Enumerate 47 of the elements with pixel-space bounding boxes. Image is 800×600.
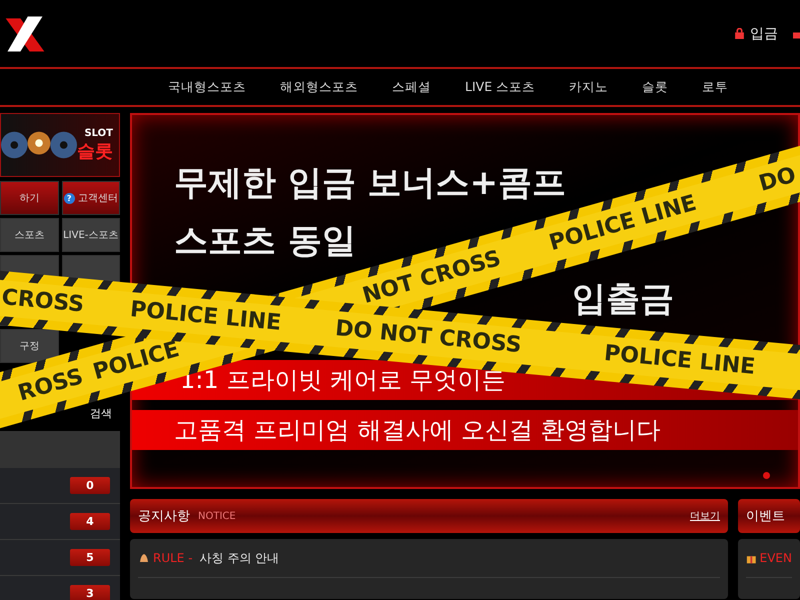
- count-badge: 0: [70, 477, 110, 494]
- panel-title: 이벤트: [746, 508, 785, 525]
- tape-text: CROSS: [0, 284, 86, 320]
- banner-text: 무제한 입금 보너스+콤프: [174, 163, 566, 203]
- nav-tab[interactable]: 슬롯: [642, 78, 668, 96]
- list-row[interactable]: 5: [0, 540, 120, 576]
- slot-label: 슬롯: [77, 140, 113, 162]
- banner-text: 고품격 프리미엄 해결사에 오신걸 환영합니다: [174, 415, 661, 446]
- banner-text: 입출금: [572, 279, 674, 319]
- bell-icon: [138, 552, 150, 564]
- menu-button[interactable]: LIVE-스포츠: [62, 218, 120, 252]
- notice-link[interactable]: 사칭 주의 안내: [200, 550, 280, 566]
- tape-text: POLICE LINE: [128, 296, 282, 338]
- nav-tab[interactable]: 스페셜: [392, 78, 431, 96]
- lock-icon: [734, 28, 745, 39]
- list-row[interactable]: 3: [0, 576, 120, 600]
- nav-tab[interactable]: 국내형스포츠: [168, 78, 246, 96]
- tape-text: DO NOT CROSS: [334, 315, 523, 360]
- tape-text: POLICE LINE: [602, 340, 756, 382]
- tape-text: ROSS: [15, 363, 87, 408]
- nav-tab[interactable]: 해외형스포츠: [280, 78, 358, 96]
- slide-indicator[interactable]: [763, 472, 770, 479]
- nav-tab[interactable]: LIVE 스포츠: [465, 78, 536, 96]
- search-label: 검색: [90, 406, 112, 420]
- help-button[interactable]: ? 고객센터: [62, 181, 120, 215]
- menu-button[interactable]: 구정: [0, 329, 58, 363]
- count-badge: 3: [70, 585, 110, 600]
- count-badge: 4: [70, 513, 110, 530]
- more-link[interactable]: 더보기: [690, 509, 720, 523]
- menu-button[interactable]: 하기: [0, 181, 58, 215]
- help-icon: ?: [64, 192, 75, 204]
- event-tag: EVEN: [760, 551, 792, 565]
- tape-text: NOT CROSS: [360, 245, 504, 311]
- tape-text: DO: [756, 162, 800, 199]
- list-row[interactable]: 0: [0, 468, 120, 504]
- deposit-link[interactable]: 입금: [734, 24, 778, 42]
- notice-tag: RULE -: [153, 551, 193, 565]
- menu-button[interactable]: 스포츠: [0, 218, 58, 252]
- panel-subtitle: NOTICE: [198, 510, 236, 522]
- count-badge: 5: [70, 549, 110, 566]
- list-row[interactable]: 4: [0, 504, 120, 540]
- slot-banner[interactable]: SLOT 슬롯: [0, 113, 120, 177]
- nav-tab[interactable]: 카지노: [569, 78, 608, 96]
- banner-text: 스포츠 동일: [174, 221, 356, 261]
- nav-tab[interactable]: 로투: [702, 78, 728, 96]
- slot-title: SLOT: [84, 128, 113, 138]
- panel-title: 공지사항: [138, 508, 190, 525]
